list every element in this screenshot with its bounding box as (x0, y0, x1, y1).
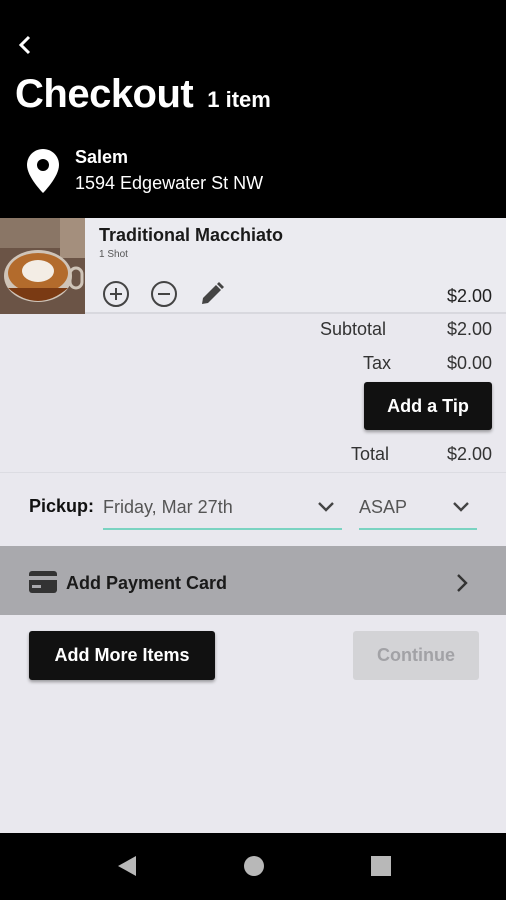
item-photo (0, 218, 85, 314)
location-name: Salem (75, 147, 129, 167)
circle-home-icon (244, 856, 264, 876)
item-actions (101, 279, 227, 309)
nav-back-button[interactable] (112, 851, 142, 881)
square-recents-icon (371, 856, 391, 876)
chevron-left-icon (18, 35, 31, 55)
total-label: Total (351, 444, 390, 464)
item-count: 1 item (207, 87, 271, 112)
item-price: $2.00 (446, 286, 492, 306)
subtotal-label: Subtotal (320, 319, 387, 339)
add-payment-card-label: Add Payment Card (66, 573, 228, 593)
minus-circle-icon (151, 281, 177, 307)
triangle-back-icon (118, 856, 136, 876)
divider (0, 472, 506, 473)
pickup-date-select[interactable]: Friday, Mar 27th (103, 486, 342, 530)
add-tip-button[interactable]: Add a Tip (364, 382, 492, 430)
total-value: $2.00 (446, 444, 492, 464)
pickup-date-value: Friday, Mar 27th (103, 496, 233, 517)
edit-item-button[interactable] (197, 279, 227, 309)
nav-recents-button[interactable] (366, 851, 396, 881)
back-button[interactable] (12, 30, 38, 60)
nav-home-button[interactable] (239, 851, 269, 881)
checkout-header: Checkout 1 item Salem 1594 Edgewater St … (0, 0, 506, 218)
system-navigation-bar (0, 833, 506, 900)
item-name: Traditional Macchiato (99, 225, 284, 245)
chevron-right-icon (457, 574, 468, 592)
pickup-time-value: ASAP (359, 496, 408, 517)
pencil-icon (202, 282, 224, 304)
credit-card-icon (29, 571, 57, 593)
chevron-down-icon (453, 502, 469, 512)
order-totals: Subtotal $2.00 Tax $0.00 Add a Tip Total… (0, 316, 506, 472)
add-more-items-button[interactable]: Add More Items (29, 631, 215, 680)
pickup-label: Pickup: (29, 496, 95, 516)
location-address: 1594 Edgewater St NW (75, 173, 264, 193)
title-row: Checkout 1 item (15, 72, 271, 117)
location-pin-icon (27, 149, 59, 193)
continue-button[interactable]: Continue (353, 631, 479, 680)
increase-quantity-button[interactable] (101, 279, 131, 309)
cart-item: Traditional Macchiato 1 Shot $2.00 (0, 218, 506, 314)
page-title: Checkout (15, 72, 194, 116)
tax-label: Tax (363, 353, 392, 373)
pickup-time-select[interactable]: ASAP (359, 486, 477, 530)
item-option: 1 Shot (99, 249, 128, 260)
tax-value: $0.00 (446, 353, 492, 373)
chevron-down-icon (318, 502, 334, 512)
plus-circle-icon (103, 281, 129, 307)
subtotal-value: $2.00 (446, 319, 492, 339)
decrease-quantity-button[interactable] (149, 279, 179, 309)
